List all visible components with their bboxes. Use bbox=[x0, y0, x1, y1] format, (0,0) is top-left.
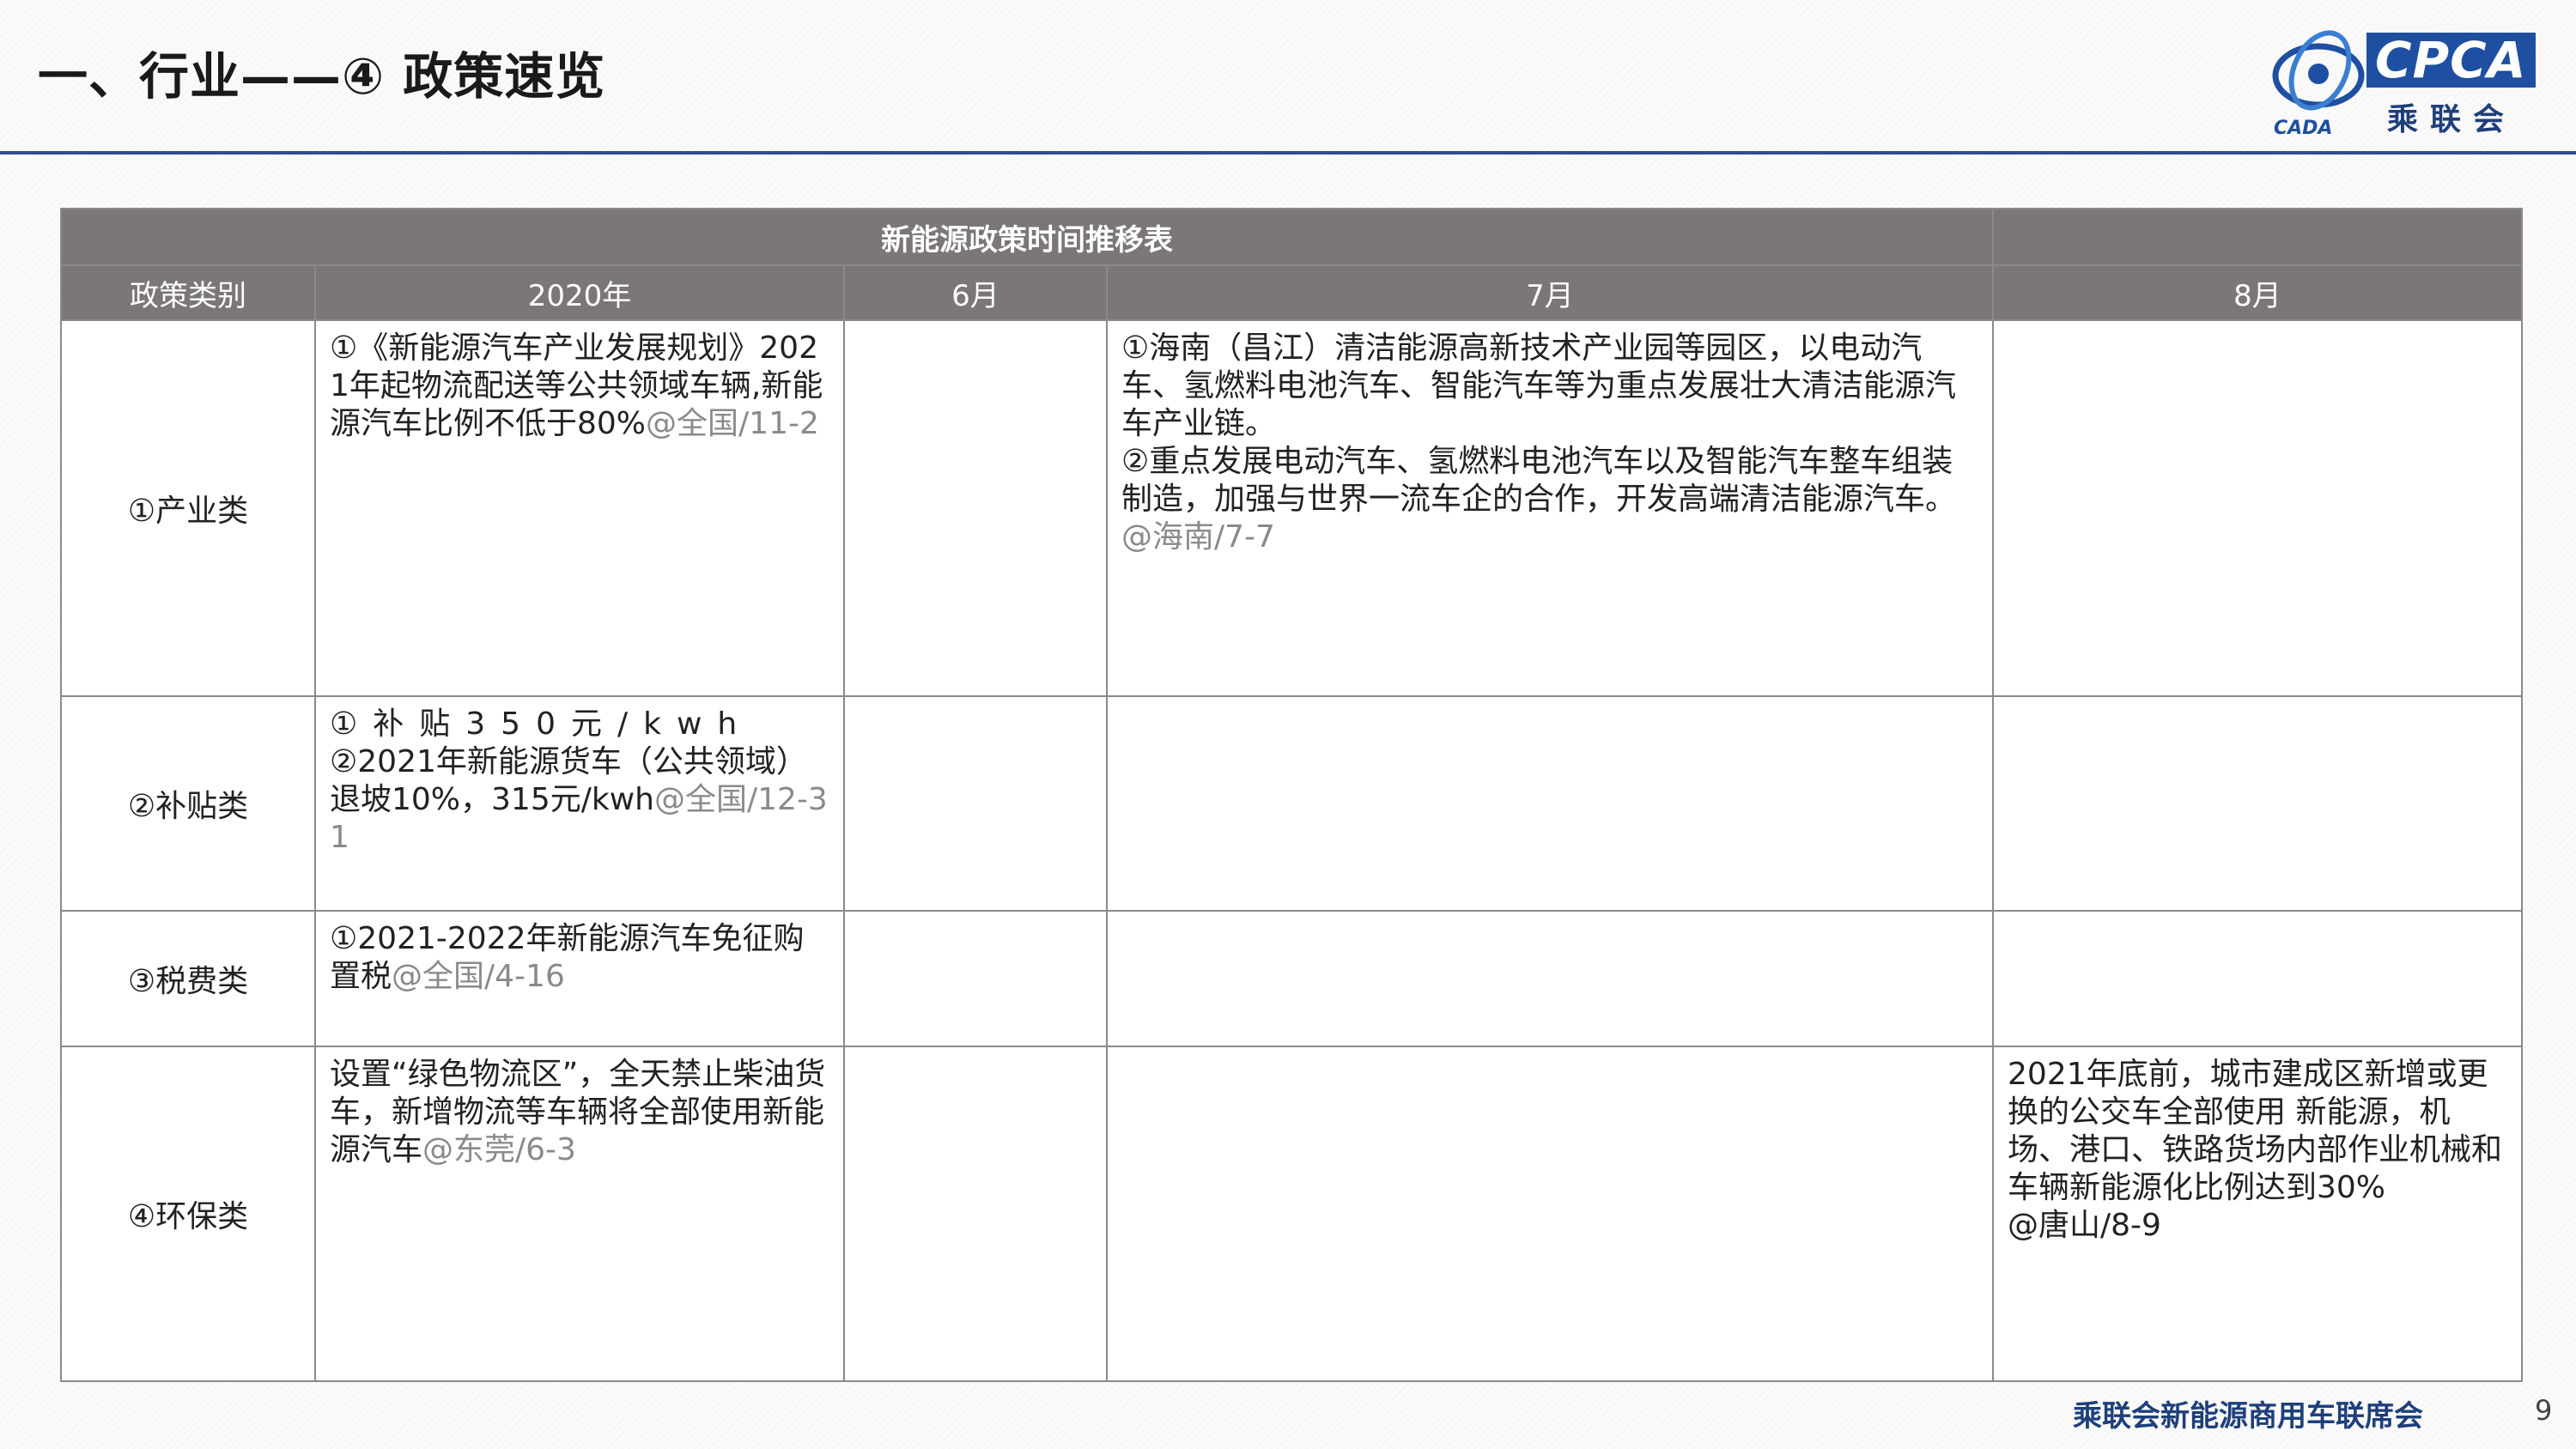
cell-august: 2021年底前，城市建成区新增或更换的公交车全部使用 新能源，机场、港口、铁路货… bbox=[1992, 1046, 2523, 1382]
table-title-blank bbox=[1992, 208, 2523, 266]
cell-2020: ①补贴350元/kwh ②2021年新能源货车（公共领域）退坡10%，315元/… bbox=[314, 695, 845, 912]
category-cell: ①产业类 bbox=[60, 319, 316, 697]
cell-august bbox=[1992, 319, 2523, 697]
table-row-tax: ③税费类 ①2021-2022年新能源汽车免征购置税@全国/4-16 bbox=[60, 910, 2523, 1047]
cell-july: ①海南（昌江）清洁能源高新技术产业园等园区，以电动汽车、氢燃料电池汽车、智能汽车… bbox=[1106, 319, 1994, 697]
cada-emblem-icon: CADA bbox=[2272, 30, 2365, 137]
cell-2020: ①2021-2022年新能源汽车免征购置税@全国/4-16 bbox=[314, 910, 845, 1047]
policy-text-2: ②重点发展电动汽车、氢燃料电池汽车以及智能汽车整车组装制造，加强与世界一流车企的… bbox=[1121, 444, 1957, 517]
policy-source: @海南/7-7 bbox=[1121, 519, 1275, 555]
cpca-logo: CADA CPCA 乘联会 bbox=[2267, 26, 2550, 137]
policy-source: @全国/4-16 bbox=[392, 959, 565, 994]
category-cell: ④环保类 bbox=[60, 1046, 316, 1382]
column-header-2020: 2020年 bbox=[314, 264, 845, 321]
table-header-row: 政策类别 2020年 6月 7月 8月 bbox=[60, 264, 2523, 321]
policy-text: 设置“绿色物流区”，全天禁止柴油货车，新增物流等车辆将全部使用新能源汽车 bbox=[330, 1057, 826, 1167]
policy-text: 2021年底前，城市建成区新增或更换的公交车全部使用 新能源，机场、港口、铁路货… bbox=[2008, 1057, 2503, 1205]
policy-source: @东莞/6-3 bbox=[422, 1132, 576, 1167]
logo-mark-text: CADA bbox=[2274, 118, 2332, 137]
cell-july bbox=[1106, 910, 1994, 1047]
page-title: 一、行业——④ 政策速览 bbox=[38, 47, 606, 106]
policy-source: @唐山/8-9 bbox=[2008, 1208, 2161, 1243]
policy-source: @全国/11-2 bbox=[646, 406, 819, 441]
cell-2020: 设置“绿色物流区”，全天禁止柴油货车，新增物流等车辆将全部使用新能源汽车@东莞/… bbox=[314, 1046, 845, 1382]
policy-timeline-table: 新能源政策时间推移表 政策类别 2020年 6月 7月 8月 ①产业类 ①《新能… bbox=[60, 208, 2523, 1382]
cell-2020: ①《新能源汽车产业发展规划》2021年起物流配送等公共领域车辆,新能源汽车比例不… bbox=[314, 319, 845, 697]
cell-august bbox=[1992, 695, 2523, 912]
cell-june bbox=[843, 1046, 1108, 1382]
header-divider bbox=[0, 151, 2576, 155]
cell-july bbox=[1106, 1046, 1994, 1382]
cell-august bbox=[1992, 910, 2523, 1047]
cell-june bbox=[843, 695, 1108, 912]
table-title: 新能源政策时间推移表 bbox=[60, 208, 1994, 266]
column-header-august: 8月 bbox=[1992, 264, 2523, 321]
table-row-industry: ①产业类 ①《新能源汽车产业发展规划》2021年起物流配送等公共领域车辆,新能源… bbox=[60, 319, 2523, 697]
column-header-category: 政策类别 bbox=[60, 264, 316, 321]
logo-text-cn: 乘联会 bbox=[2387, 102, 2517, 137]
cell-june bbox=[843, 910, 1108, 1047]
footer-organization: 乘联会新能源商用车联席会 bbox=[2073, 1399, 2423, 1434]
category-cell: ③税费类 bbox=[60, 910, 316, 1047]
page-number: 9 bbox=[2535, 1394, 2553, 1427]
logo-text-en: CPCA bbox=[2366, 33, 2536, 88]
column-header-july: 7月 bbox=[1106, 264, 1994, 321]
table-title-row: 新能源政策时间推移表 bbox=[60, 208, 2523, 266]
category-cell: ②补贴类 bbox=[60, 695, 316, 912]
cell-july bbox=[1106, 695, 1994, 912]
policy-text: ①海南（昌江）清洁能源高新技术产业园等园区，以电动汽车、氢燃料电池汽车、智能汽车… bbox=[1121, 330, 1957, 441]
column-header-june: 6月 bbox=[843, 264, 1108, 321]
cell-june bbox=[843, 319, 1108, 697]
policy-text-line1: ①补贴350元/kwh bbox=[330, 706, 753, 742]
table-row-subsidy: ②补贴类 ①补贴350元/kwh ②2021年新能源货车（公共领域）退坡10%，… bbox=[60, 695, 2523, 912]
table-row-environment: ④环保类 设置“绿色物流区”，全天禁止柴油货车，新增物流等车辆将全部使用新能源汽… bbox=[60, 1046, 2523, 1382]
